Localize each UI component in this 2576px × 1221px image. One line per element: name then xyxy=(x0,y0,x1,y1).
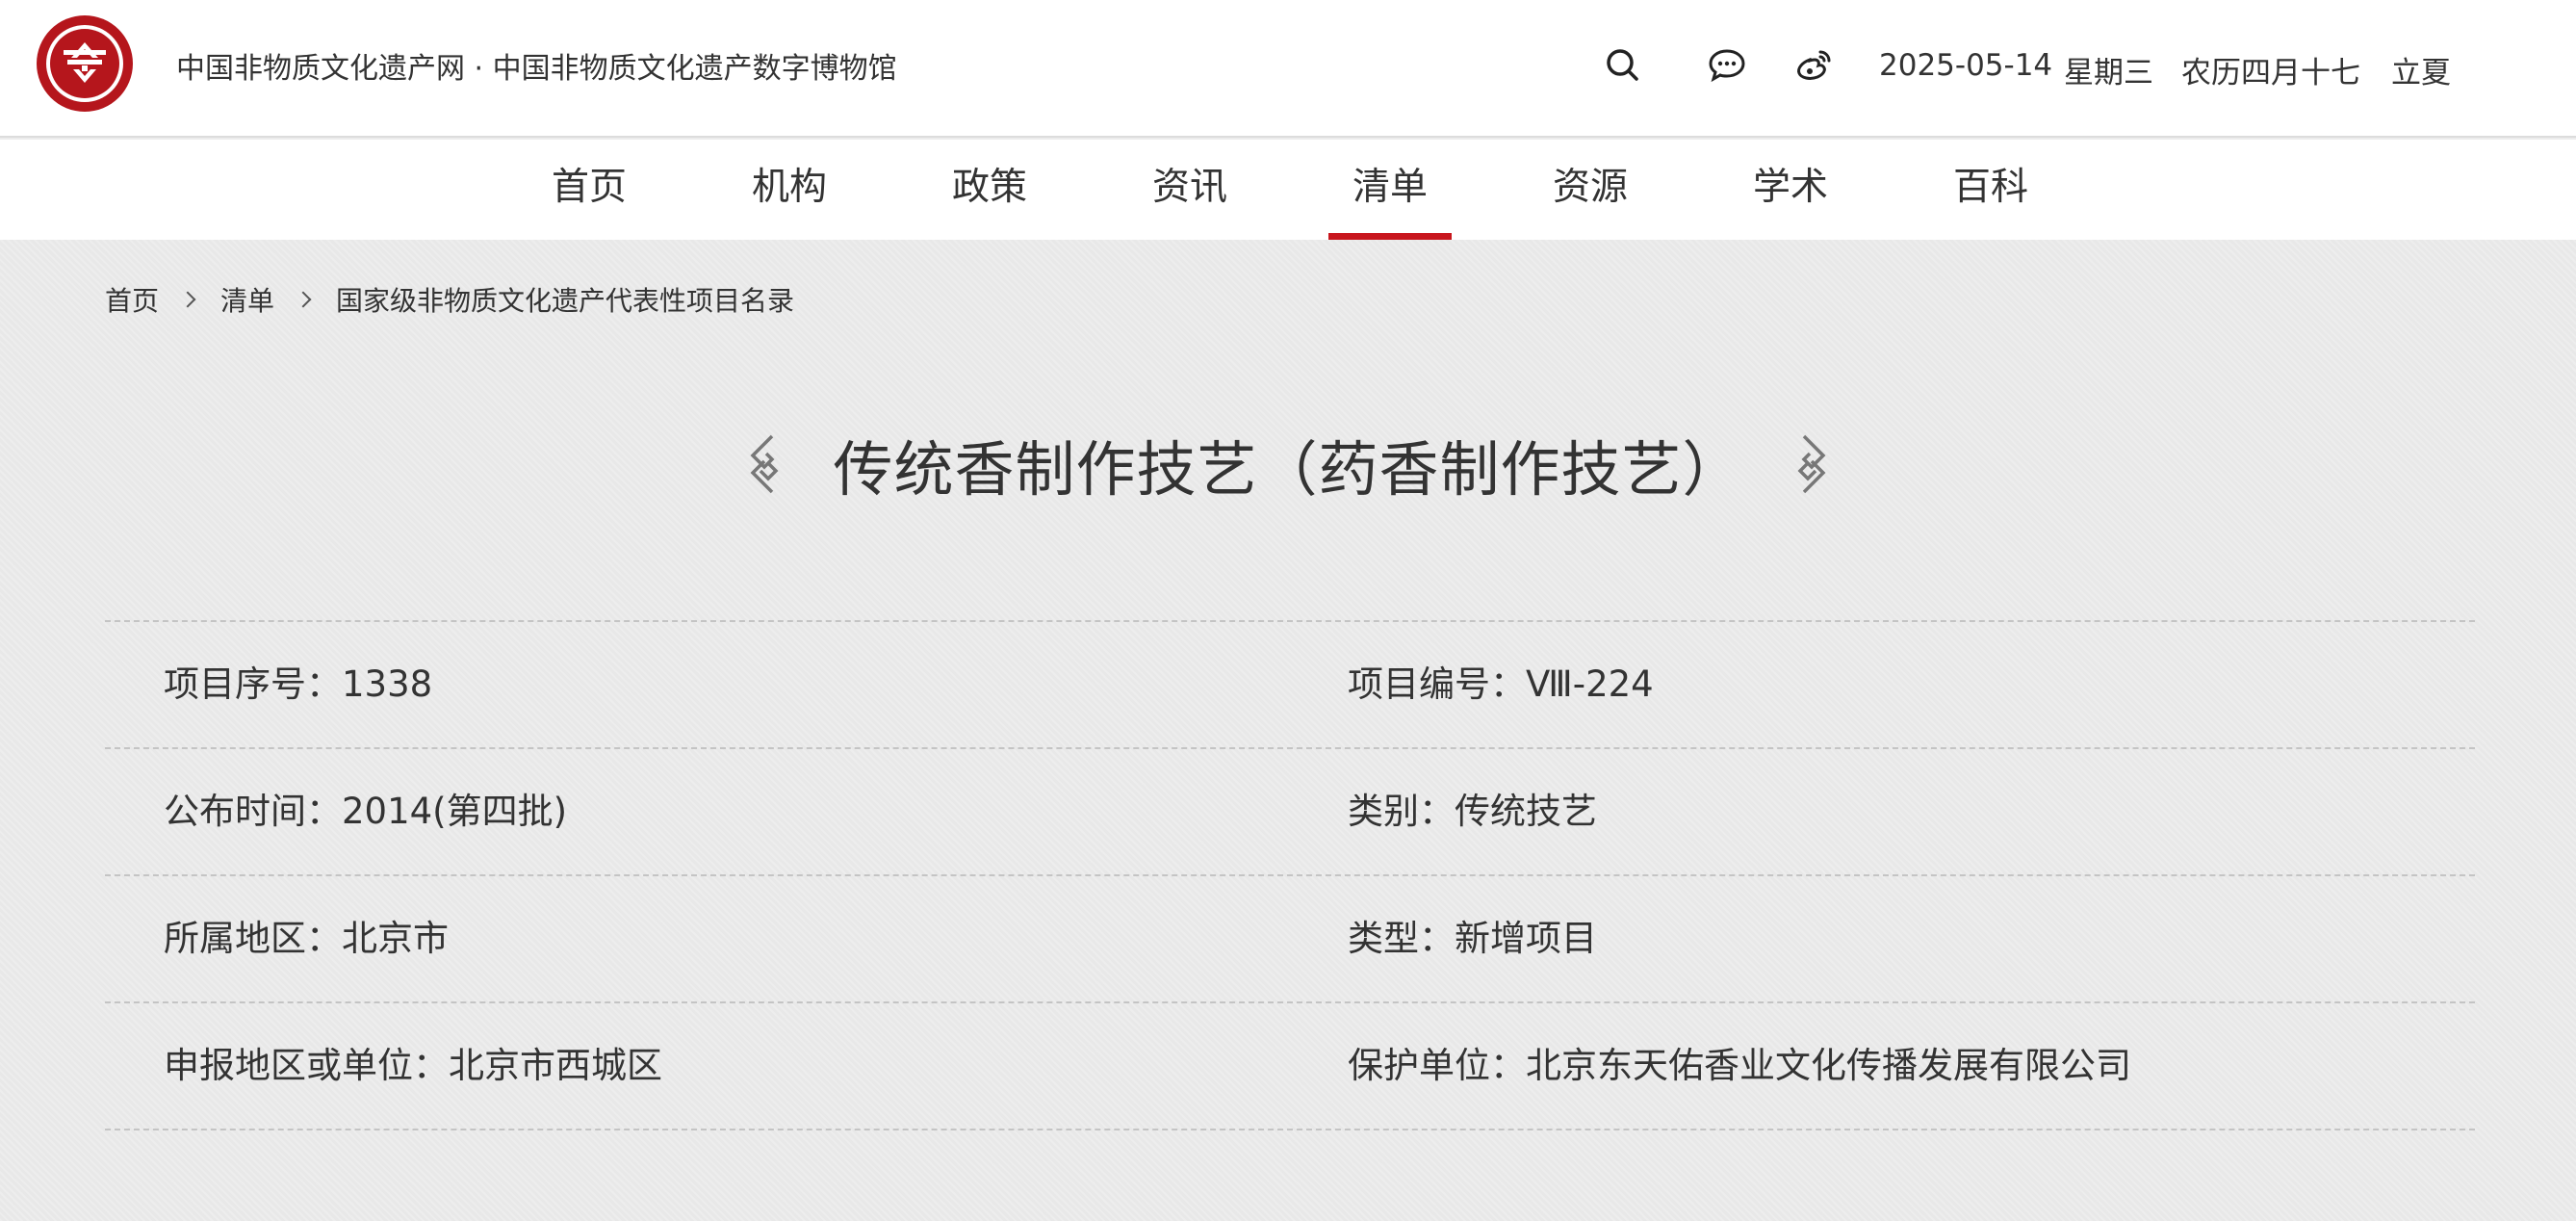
breadcrumb-home[interactable]: 首页 xyxy=(105,280,159,319)
ornament-left-icon xyxy=(750,434,779,494)
project-info-table: 项目序号：1338 项目编号：Ⅷ-224 公布时间：2014(第四批) 类别：传… xyxy=(105,620,2475,1130)
nav-item-policy[interactable]: 政策 xyxy=(928,140,1051,240)
chevron-right-icon xyxy=(179,291,196,308)
chevron-right-icon xyxy=(295,291,312,308)
category: 类别：传统技艺 xyxy=(1348,791,1597,832)
site-name[interactable]: 中国非物质文化遗产网 · 中国非物质文化遗产数字博物馆 xyxy=(176,44,897,87)
region: 所属地区：北京市 xyxy=(164,918,449,959)
ornament-right-icon xyxy=(1797,434,1826,494)
info-row: 所属地区：北京市 类型：新增项目 xyxy=(105,876,2475,1003)
breadcrumb-lists[interactable]: 清单 xyxy=(220,280,274,319)
main-content: 首页 清单 国家级非物质文化遗产代表性项目名录 传统香制作技艺（药香制作技艺） … xyxy=(0,240,2576,1221)
info-row: 项目序号：1338 项目编号：Ⅷ-224 xyxy=(105,622,2475,749)
info-row: 申报地区或单位：北京市西城区 保护单位：北京东天佑香业文化传播发展有限公司 xyxy=(105,1003,2475,1130)
lunar-date: 农历四月十七 xyxy=(2181,56,2360,91)
title-area: 传统香制作技艺（药香制作技艺） xyxy=(0,421,2576,507)
weekday: 星期三 xyxy=(2064,56,2153,91)
protection-unit: 保护单位：北京东天佑香业文化传播发展有限公司 xyxy=(1348,1045,2131,1086)
weibo-icon[interactable] xyxy=(1794,46,1833,85)
solar-term: 立夏 xyxy=(2391,56,2451,91)
main-nav: 首页 机构 政策 资讯 清单 资源 学术 百科 xyxy=(0,140,2576,240)
project-type: 类型：新增项目 xyxy=(1348,918,1597,959)
nav-item-institutions[interactable]: 机构 xyxy=(728,140,851,240)
nav-item-encyclopedia[interactable]: 百科 xyxy=(1929,140,2052,240)
breadcrumb-current: 国家级非物质文化遗产代表性项目名录 xyxy=(336,285,795,317)
project-code: 项目编号：Ⅷ-224 xyxy=(1348,663,1654,705)
current-date: 2025-05-14 xyxy=(1879,48,2053,83)
site-logo[interactable] xyxy=(35,13,135,114)
project-serial-number: 项目序号：1338 xyxy=(164,663,433,705)
page-title: 传统香制作技艺（药香制作技艺） xyxy=(833,434,1743,505)
search-icon[interactable] xyxy=(1604,46,1642,85)
applicant-region: 申报地区或单位：北京市西城区 xyxy=(164,1045,662,1086)
nav-item-news[interactable]: 资讯 xyxy=(1128,140,1251,240)
nav-item-resources[interactable]: 资源 xyxy=(1529,140,1652,240)
breadcrumb: 首页 清单 国家级非物质文化遗产代表性项目名录 xyxy=(105,280,794,319)
nav-item-academic[interactable]: 学术 xyxy=(1729,140,1852,240)
nav-item-home[interactable]: 首页 xyxy=(528,140,651,240)
nav-item-lists[interactable]: 清单 xyxy=(1328,140,1452,240)
publish-time: 公布时间：2014(第四批) xyxy=(164,791,568,832)
info-row: 公布时间：2014(第四批) 类别：传统技艺 xyxy=(105,749,2475,876)
wechat-icon[interactable] xyxy=(1708,46,1746,85)
top-bar: 中国非物质文化遗产网 · 中国非物质文化遗产数字博物馆 2025-05-14 星… xyxy=(0,0,2576,138)
